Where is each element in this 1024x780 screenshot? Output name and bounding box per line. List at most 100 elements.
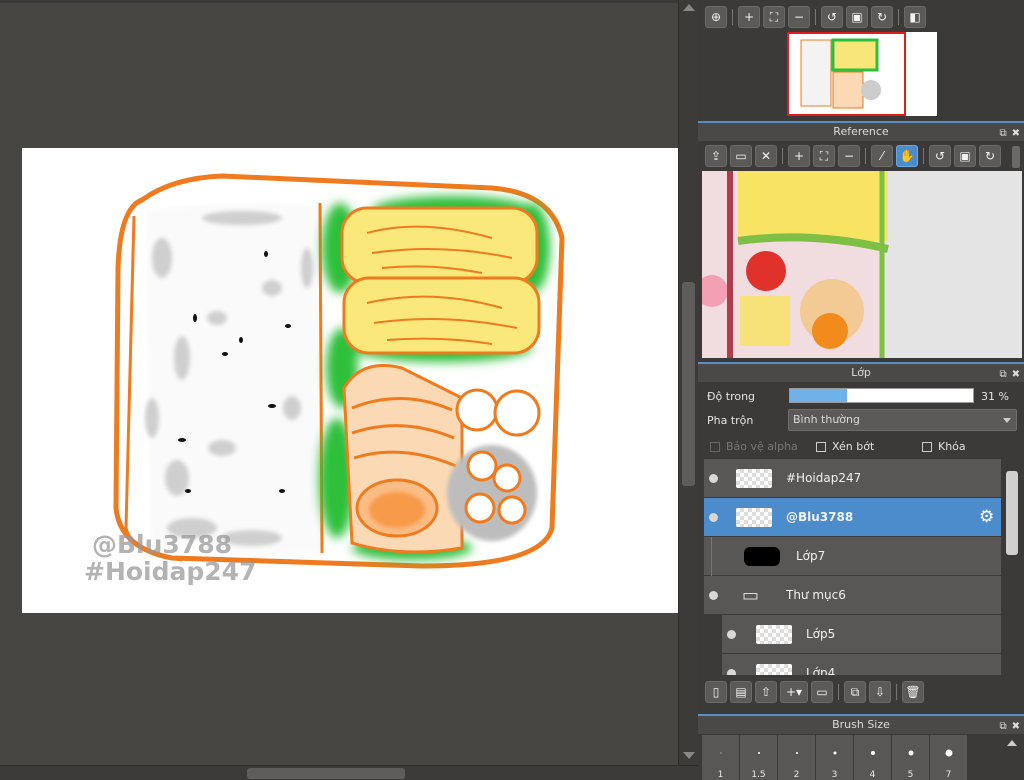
blend-label: Pha trộn — [707, 414, 754, 427]
reference-image[interactable] — [702, 171, 1022, 358]
layer-row-folder6[interactable]: ▭ Thư mục6 — [704, 576, 1001, 615]
add-layer-dropdown-icon[interactable]: +▾ — [780, 681, 808, 703]
toolbar-separator — [865, 148, 866, 164]
protect-alpha-checkbox[interactable]: Bảo vệ alpha — [710, 440, 798, 453]
new-layer-from-file-icon[interactable]: ▤ — [730, 681, 752, 703]
zoom-in-icon[interactable]: + — [738, 6, 760, 28]
navigator-preview[interactable] — [702, 32, 1022, 116]
eyedropper-icon[interactable]: ⁄ — [871, 145, 893, 167]
canvas-horizontal-scrollbar[interactable] — [0, 765, 698, 780]
reference-toolbar: ⇪ ▭ ✕ + ⛶ − ⁄ ✋ ↺ ▣ ↻ — [698, 142, 1024, 170]
brush-size-option[interactable]: 2 — [778, 735, 816, 780]
reference-photo-art — [702, 171, 1022, 358]
import-layer-icon[interactable]: ⇧ — [755, 681, 777, 703]
open-folder-icon[interactable]: ▭ — [730, 145, 752, 167]
fit-screen-icon[interactable]: ⛶ — [763, 6, 785, 28]
clipping-checkbox[interactable]: Xén bớt — [816, 440, 874, 453]
brush-dot-icon — [945, 749, 952, 757]
import-icon[interactable]: ⇪ — [705, 145, 727, 167]
hand-icon[interactable]: ✋ — [896, 145, 918, 167]
brush-dot-icon — [908, 750, 913, 756]
checkbox-box — [816, 441, 826, 452]
toolbar-separator — [923, 148, 924, 164]
layer-thumbnail — [756, 664, 792, 675]
visibility-eye-icon[interactable] — [709, 591, 718, 600]
zoom-fit-icon[interactable]: ⊕ — [705, 6, 727, 28]
panel-close-icon[interactable]: ✖ — [1012, 366, 1020, 383]
flip-icon[interactable]: ◧ — [904, 6, 926, 28]
fit-screen-icon[interactable]: ⛶ — [813, 145, 835, 167]
merge-down-icon[interactable]: ⇩ — [869, 681, 891, 703]
undock-icon[interactable]: ⧉ — [999, 366, 1006, 383]
zoom-in-icon[interactable]: + — [788, 145, 810, 167]
brush-size-option[interactable]: 1.5 — [740, 735, 778, 780]
layer-row-lop7[interactable]: Lớp7 — [704, 537, 1001, 576]
reset-view-icon[interactable]: ▣ — [846, 6, 868, 28]
brush-size-option[interactable]: 1 — [702, 735, 740, 780]
duplicate-layer-icon[interactable]: ⧉ — [844, 681, 866, 703]
visibility-eye-icon[interactable] — [727, 669, 736, 675]
layer-thumbnail — [736, 508, 772, 527]
new-layer-icon[interactable]: ▯ — [705, 681, 727, 703]
visibility-eye-icon[interactable] — [709, 513, 718, 522]
brush-size-option[interactable]: 3 — [816, 735, 854, 780]
visibility-eye-icon[interactable] — [727, 630, 736, 639]
scroll-up-arrow-icon[interactable] — [1007, 740, 1017, 746]
horizontal-scroll-thumb[interactable] — [247, 768, 405, 779]
zoom-out-icon[interactable]: − — [788, 6, 810, 28]
toolbar-separator — [838, 684, 839, 700]
reference-title: Reference — [833, 125, 889, 138]
canvas-vertical-scrollbar[interactable] — [678, 0, 698, 765]
rotate-left-icon[interactable]: ↺ — [929, 145, 951, 167]
drawing-canvas[interactable]: @Blu3788 #Hoidap247 — [22, 148, 678, 613]
layer-name: #Hoidap247 — [786, 471, 862, 485]
brush-size-title: Brush Size — [832, 718, 890, 731]
watermark-line-2: #Hoidap247 — [84, 557, 256, 586]
delete-layer-icon[interactable]: 🗑 — [902, 681, 924, 703]
layer-list-scrollbar[interactable] — [1002, 459, 1022, 675]
layer-row-lop5[interactable]: Lớp5 — [722, 615, 1001, 654]
undock-icon[interactable]: ⧉ — [999, 718, 1006, 735]
brush-dot-icon — [833, 751, 836, 755]
reset-view-icon[interactable]: ▣ — [954, 145, 976, 167]
scroll-down-arrow-icon[interactable] — [683, 752, 695, 759]
watermark-line-1: @Blu3788 — [92, 530, 232, 559]
brush-size-scrollbar[interactable] — [1004, 738, 1020, 778]
panel-close-icon[interactable]: ✖ — [1012, 718, 1020, 735]
rotate-left-icon[interactable]: ↺ — [821, 6, 843, 28]
blend-mode-select[interactable]: Bình thường — [788, 409, 1017, 431]
opacity-slider[interactable] — [789, 388, 974, 403]
rotate-right-icon[interactable]: ↻ — [871, 6, 893, 28]
brush-size-grid: 1 1.5 2 3 4 5 7 — [702, 735, 1002, 780]
right-panel-dock: ⊕ + ⛶ − ↺ ▣ ↻ ◧ Reference ⧉ ✖ ⇪ ▭ ✕ + ⛶ … — [698, 0, 1024, 780]
layer-name: Thư mục6 — [786, 588, 846, 602]
reference-scroll-handle[interactable] — [1012, 146, 1020, 168]
layer-row-blu3788[interactable]: @Blu3788 ⚙ — [704, 498, 1001, 537]
new-folder-icon[interactable]: ▭ — [811, 681, 833, 703]
brush-size-option[interactable]: 5 — [892, 735, 930, 780]
close-icon[interactable]: ✕ — [755, 145, 777, 167]
zoom-out-icon[interactable]: − — [838, 145, 860, 167]
vertical-scroll-thumb[interactable] — [682, 282, 695, 486]
lock-checkbox[interactable]: Khóa — [922, 440, 966, 453]
bento-artwork: @Blu3788 #Hoidap247 — [84, 173, 565, 586]
protect-alpha-label: Bảo vệ alpha — [726, 440, 798, 453]
layer-row-hoidap247[interactable]: #Hoidap247 — [704, 459, 1001, 498]
brush-size-option[interactable]: 4 — [854, 735, 892, 780]
layers-title: Lớp — [851, 366, 871, 379]
navigator-view-rect[interactable] — [787, 32, 906, 116]
blend-mode-value: Bình thường — [793, 413, 860, 426]
brush-dot-icon — [870, 751, 875, 755]
brush-size-option[interactable]: 7 — [930, 735, 968, 780]
layer-row-lop4[interactable]: Lớp4 — [722, 654, 1001, 675]
opacity-label: Độ trong — [707, 390, 756, 403]
chevron-down-icon — [1003, 418, 1011, 423]
undock-icon[interactable]: ⧉ — [999, 125, 1006, 142]
visibility-eye-icon[interactable] — [709, 474, 718, 483]
rotate-right-icon[interactable]: ↻ — [979, 145, 1001, 167]
panel-close-icon[interactable]: ✖ — [1012, 125, 1020, 142]
brush-size-label: 1 — [717, 770, 724, 780]
scroll-up-arrow-icon[interactable] — [683, 4, 695, 11]
layer-scroll-thumb[interactable] — [1006, 471, 1018, 555]
layer-settings-gear-icon[interactable]: ⚙ — [979, 507, 994, 527]
